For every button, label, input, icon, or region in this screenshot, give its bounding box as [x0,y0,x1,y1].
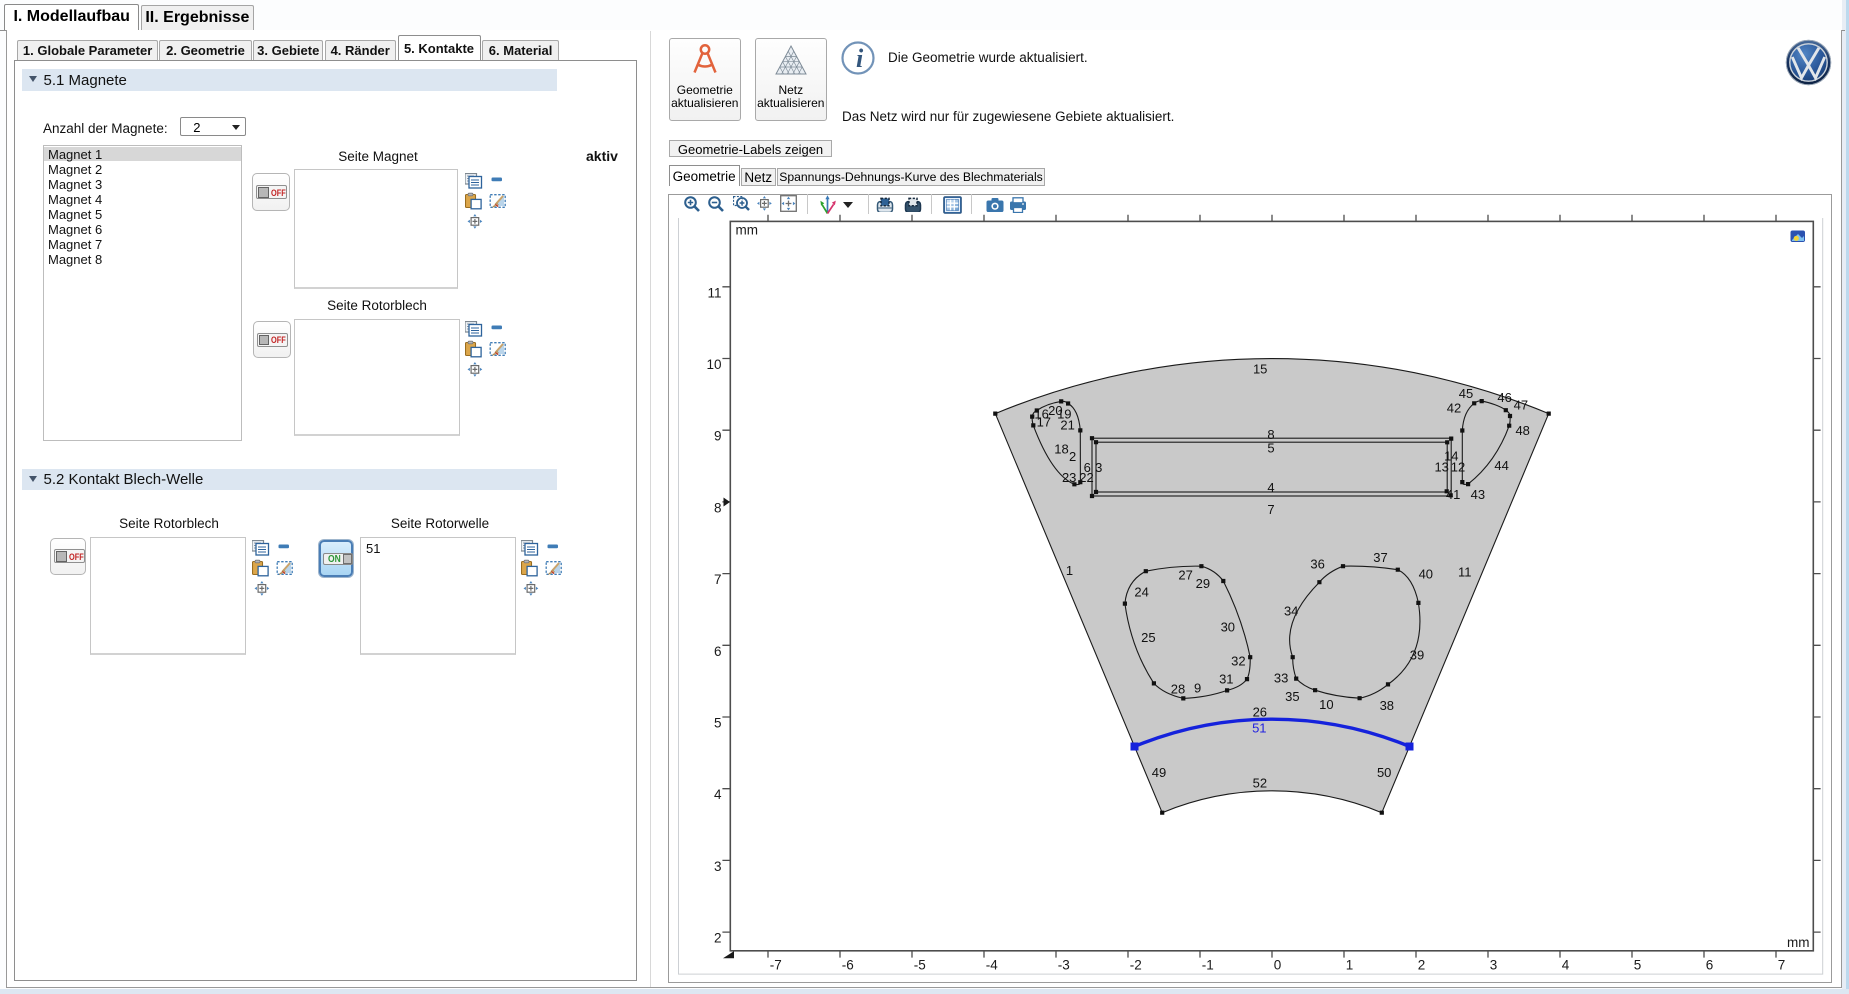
svg-text:9: 9 [714,429,722,444]
svg-text:8: 8 [714,500,722,515]
svg-text:9: 9 [1194,680,1201,695]
svg-text:6: 6 [1706,958,1714,973]
svg-text:36: 36 [1310,556,1324,571]
svg-text:1: 1 [1346,958,1354,973]
svg-text:38: 38 [1380,698,1394,713]
svg-text:i: i [856,44,864,73]
svg-text:49: 49 [1152,765,1166,780]
svg-text:45: 45 [1459,386,1473,401]
svg-text:35: 35 [1285,689,1299,704]
svg-text:43: 43 [1471,487,1485,502]
svg-text:39: 39 [1410,648,1424,663]
svg-text:12: 12 [1451,460,1465,475]
svg-text:mm: mm [1787,935,1810,950]
svg-text:29: 29 [1196,576,1210,591]
svg-text:46: 46 [1497,390,1511,405]
svg-text:28: 28 [1171,681,1185,696]
svg-text:3: 3 [1490,958,1498,973]
svg-text:13: 13 [1434,460,1448,475]
svg-text:2: 2 [1069,449,1076,464]
svg-text:17: 17 [1037,415,1051,430]
svg-text:42: 42 [1447,401,1461,416]
svg-text:-2: -2 [1130,958,1142,973]
svg-text:-3: -3 [1058,958,1070,973]
svg-text:11: 11 [1458,565,1472,580]
svg-text:7: 7 [714,572,722,587]
svg-text:11: 11 [707,285,721,300]
svg-text:5: 5 [714,716,722,731]
svg-text:50: 50 [1377,765,1391,780]
svg-text:6: 6 [714,644,722,659]
svg-text:18: 18 [1054,442,1068,457]
svg-text:31: 31 [1219,672,1233,687]
svg-text:34: 34 [1284,604,1298,619]
svg-text:4: 4 [1267,480,1274,495]
svg-text:26: 26 [1253,704,1267,719]
svg-text:10: 10 [1319,697,1333,712]
svg-text:25: 25 [1141,630,1155,645]
svg-text:51: 51 [1252,721,1266,736]
svg-text:4: 4 [714,787,722,802]
svg-text:2: 2 [1418,958,1426,973]
svg-text:22: 22 [1079,470,1093,485]
svg-text:52: 52 [1253,776,1267,791]
svg-text:15: 15 [1253,362,1267,377]
svg-text:30: 30 [1221,619,1235,634]
svg-text:37: 37 [1373,550,1387,565]
svg-text:24: 24 [1134,585,1148,600]
svg-text:33: 33 [1274,670,1288,685]
svg-text:2: 2 [714,931,722,946]
svg-text:5: 5 [1634,958,1642,973]
svg-text:-1: -1 [1202,958,1214,973]
svg-text:mm: mm [736,223,759,238]
svg-text:44: 44 [1494,458,1508,473]
svg-text:-6: -6 [842,958,854,973]
svg-text:41: 41 [1446,487,1460,502]
svg-text:32: 32 [1231,654,1245,669]
svg-text:21: 21 [1060,417,1074,432]
svg-text:7: 7 [1778,958,1786,973]
svg-text:27: 27 [1178,568,1192,583]
svg-text:0: 0 [1274,958,1282,973]
svg-text:7: 7 [1267,502,1274,517]
svg-text:1: 1 [1066,563,1073,578]
svg-text:3: 3 [1095,460,1102,475]
svg-text:23: 23 [1062,470,1076,485]
svg-text:4: 4 [1562,958,1570,973]
svg-text:-7: -7 [770,958,782,973]
svg-text:-4: -4 [986,958,998,973]
svg-text:48: 48 [1515,423,1529,438]
svg-text:40: 40 [1419,567,1433,582]
svg-text:10: 10 [706,357,721,372]
svg-text:-5: -5 [914,958,926,973]
svg-text:5: 5 [1267,441,1274,456]
svg-text:47: 47 [1514,397,1528,412]
svg-text:3: 3 [714,859,722,874]
